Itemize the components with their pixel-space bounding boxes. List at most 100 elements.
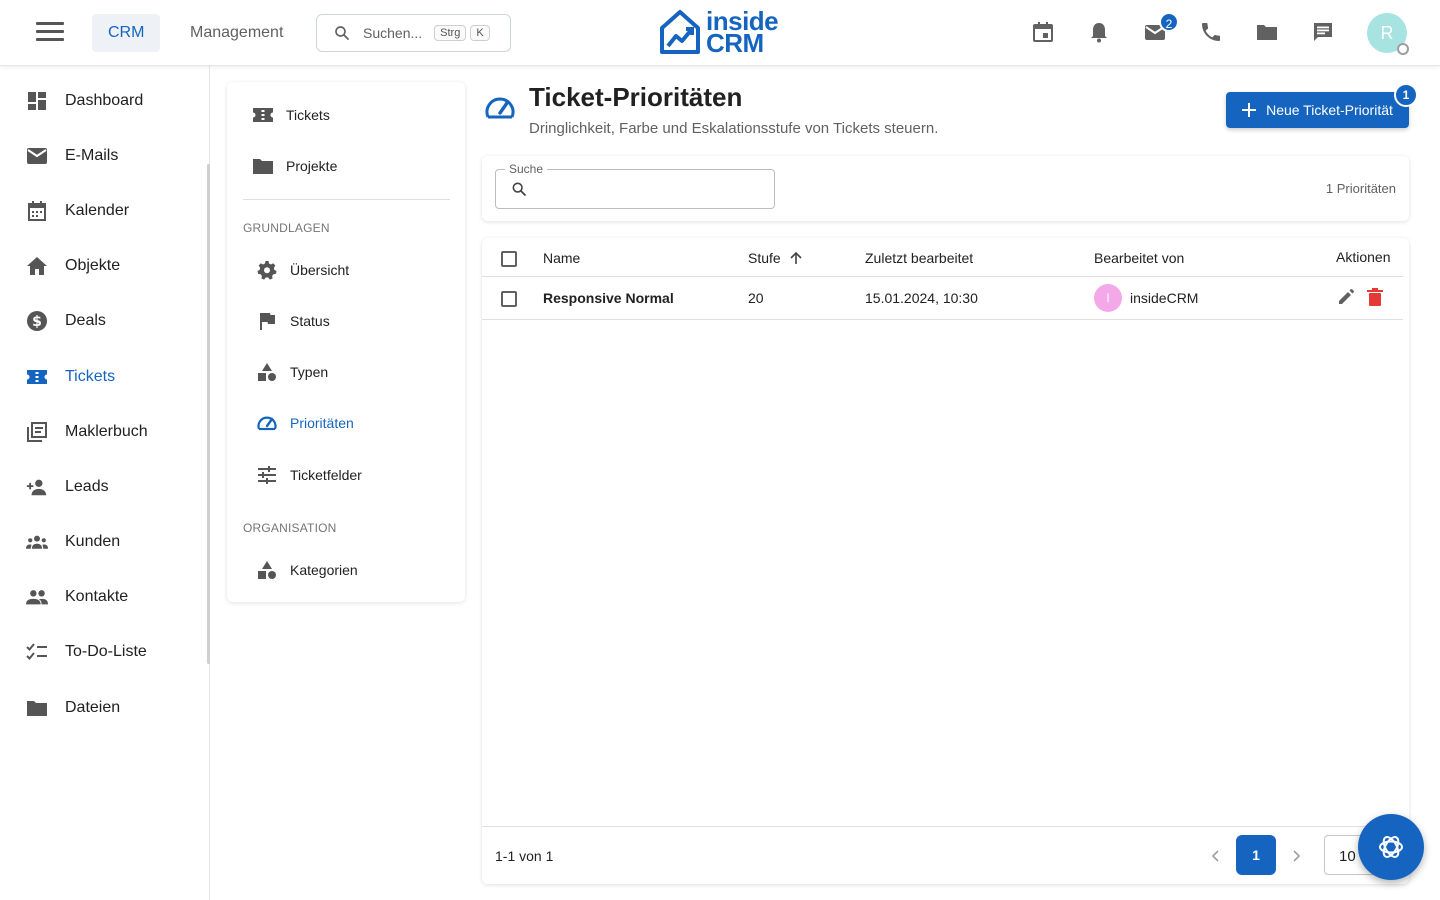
column-header-edited[interactable]: Zuletzt bearbeitet xyxy=(865,250,973,266)
logo[interactable]: inside CRM xyxy=(658,8,779,56)
ai-assistant-icon xyxy=(1379,836,1403,858)
menu-icon[interactable] xyxy=(36,22,64,44)
avatar: I xyxy=(1094,284,1122,312)
sidebar-item-objekte[interactable]: Objekte xyxy=(0,244,205,288)
folder-icon xyxy=(252,155,274,177)
new-priority-button[interactable]: Neue Ticket-Priorität xyxy=(1226,92,1409,128)
sidebar-item-kunden[interactable]: Kunden xyxy=(0,520,205,564)
sidebar-scrollbar[interactable] xyxy=(207,164,210,664)
sidebar-item-label: Dateien xyxy=(65,699,121,716)
subnav-item-ticketfelder[interactable]: Ticketfelder xyxy=(227,455,465,495)
search-label: Suche xyxy=(505,162,548,176)
bell-icon[interactable] xyxy=(1087,20,1113,46)
subnav-item-label: Tickets xyxy=(286,107,330,123)
subnav-item-tickets[interactable]: Tickets xyxy=(227,95,465,135)
footer-divider xyxy=(482,826,1409,827)
status-indicator xyxy=(1397,43,1409,55)
tab-crm[interactable]: CRM xyxy=(92,14,161,52)
sidebar-item-maklerbuch[interactable]: Maklerbuch xyxy=(0,410,205,454)
sidebar-item-tickets[interactable]: Tickets xyxy=(0,355,205,399)
subnav-item-label: Übersicht xyxy=(290,262,350,278)
sort-asc-icon[interactable] xyxy=(789,251,803,265)
tab-management[interactable]: Management xyxy=(174,14,299,52)
settings-subnav: Tickets Projekte GRUNDLAGEN Übersicht St… xyxy=(227,82,465,602)
column-header-stufe[interactable]: Stufe xyxy=(748,250,803,266)
category-icon xyxy=(256,361,278,383)
subnav-item-prioritaeten[interactable]: Prioritäten xyxy=(227,403,465,443)
library-icon xyxy=(26,421,48,443)
cell-editor: insideCRM xyxy=(1130,290,1199,306)
mail-badge: 2 xyxy=(1159,12,1179,32)
result-count: 1 Prioritäten xyxy=(1325,181,1396,196)
subnav-item-kategorien[interactable]: Kategorien xyxy=(227,550,465,590)
subnav-item-typen[interactable]: Typen xyxy=(227,352,465,392)
ai-assistant-button[interactable] xyxy=(1358,814,1424,880)
subnav-item-label: Projekte xyxy=(286,158,338,174)
cell-name: Responsive Normal xyxy=(543,290,674,306)
section-heading-grundlagen: GRUNDLAGEN xyxy=(243,221,330,235)
chevron-left-icon[interactable] xyxy=(1206,846,1226,866)
sidebar-item-todo[interactable]: To-Do-Liste xyxy=(0,630,205,674)
select-all-checkbox[interactable] xyxy=(501,251,517,267)
sidebar-item-leads[interactable]: Leads xyxy=(0,465,205,509)
page-button-current[interactable]: 1 xyxy=(1236,835,1276,875)
column-header-editor[interactable]: Bearbeitet von xyxy=(1094,250,1184,266)
speed-icon xyxy=(256,412,278,434)
sidebar-item-label: Kunden xyxy=(65,533,121,550)
subnav-item-projekte[interactable]: Projekte xyxy=(227,146,465,186)
people-icon xyxy=(26,586,48,608)
sidebar-item-dateien[interactable]: Dateien xyxy=(0,686,205,730)
svg-text:$: $ xyxy=(32,314,42,330)
delete-icon[interactable] xyxy=(1367,288,1387,308)
column-header-actions: Aktionen xyxy=(1336,249,1391,265)
sidebar-item-label: Tickets xyxy=(65,368,116,385)
sidebar-item-dashboard[interactable]: Dashboard xyxy=(0,79,205,123)
category-icon xyxy=(256,559,278,581)
top-app-bar: CRM Management Suchen... Strg K inside C… xyxy=(0,0,1440,66)
ticket-icon xyxy=(26,366,48,388)
phone-icon[interactable] xyxy=(1199,20,1225,46)
edit-icon[interactable] xyxy=(1337,288,1357,308)
shortcut-key-k: K xyxy=(470,25,490,41)
shortcut-key-ctrl: Strg xyxy=(434,25,467,41)
sidebar-item-label: Objekte xyxy=(65,257,121,274)
sidebar-item-label: To-Do-Liste xyxy=(65,643,147,660)
global-search[interactable]: Suchen... Strg K xyxy=(316,14,511,52)
chevron-right-icon[interactable] xyxy=(1286,846,1306,866)
subnav-item-label: Status xyxy=(290,313,330,329)
sidebar-item-label: Kontakte xyxy=(65,588,129,605)
row-divider xyxy=(482,319,1403,320)
new-priority-label: Neue Ticket-Priorität xyxy=(1266,102,1393,118)
column-header-name[interactable]: Name xyxy=(543,250,580,266)
ticket-icon xyxy=(252,104,274,126)
checklist-icon xyxy=(26,641,48,663)
search-icon xyxy=(512,182,526,196)
row-checkbox[interactable] xyxy=(501,291,517,307)
chat-icon[interactable] xyxy=(1311,20,1337,46)
home-icon xyxy=(26,255,48,277)
subnav-item-uebersicht[interactable]: Übersicht xyxy=(227,250,465,290)
person-add-icon xyxy=(26,476,48,498)
subnav-item-label: Ticketfelder xyxy=(290,467,362,483)
user-avatar[interactable]: R xyxy=(1367,13,1409,55)
main-sidebar: Dashboard E-Mails Kalender Objekte $ Dea… xyxy=(0,66,210,900)
folder-icon[interactable] xyxy=(1255,20,1281,46)
sidebar-item-emails[interactable]: E-Mails xyxy=(0,134,205,178)
gear-icon xyxy=(256,259,278,281)
mail-icon[interactable]: 2 xyxy=(1143,12,1179,46)
sidebar-item-label: Kalender xyxy=(65,202,130,219)
priorities-table: Name Stufe Zuletzt bearbeitet Bearbeitet… xyxy=(482,238,1409,884)
search-input[interactable]: Suche xyxy=(495,162,775,209)
subnav-item-status[interactable]: Status xyxy=(227,301,465,341)
sidebar-item-kalender[interactable]: Kalender xyxy=(0,189,205,233)
sidebar-item-deals[interactable]: $ Deals xyxy=(0,299,205,343)
folder-icon xyxy=(26,697,48,719)
sidebar-item-kontakte[interactable]: Kontakte xyxy=(0,575,205,619)
calendar-icon[interactable] xyxy=(1031,20,1057,46)
sidebar-item-label: Dashboard xyxy=(65,92,144,109)
search-placeholder: Suchen... xyxy=(363,25,423,41)
flag-icon xyxy=(256,310,278,332)
tune-icon xyxy=(256,464,278,486)
page-subtitle: Dringlichkeit, Farbe und Eskalationsstuf… xyxy=(529,120,939,137)
page-title: Ticket-Prioritäten xyxy=(529,82,743,112)
